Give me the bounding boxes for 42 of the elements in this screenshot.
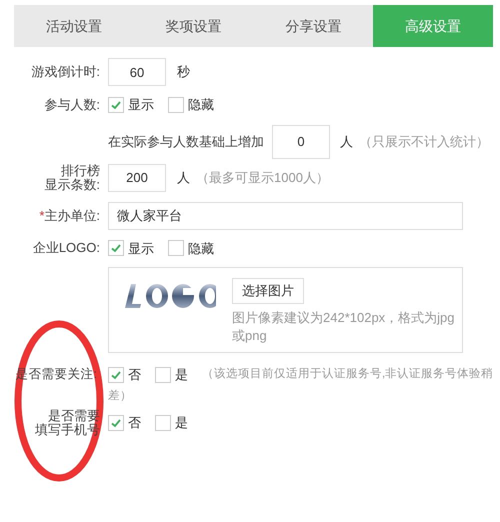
input-field[interactable]: 200 [108,164,166,192]
field-label: 企业LOGO: [32,240,100,256]
input-field[interactable]: 微人家平台 [108,202,463,230]
option-label: 否 [128,366,141,384]
checkbox[interactable] [168,240,184,256]
check-icon [110,416,122,429]
hint-text: （该选项目前仅适用于认证服务号,非认证服务号体验稍 [202,366,494,382]
checkbox[interactable] [108,240,124,256]
input-field[interactable]: 60 [108,58,166,86]
unit-label: 人 [177,168,190,187]
option-label: 隐藏 [188,96,214,114]
input-field[interactable]: 0 [272,124,330,158]
tab[interactable]: 分享设置 [254,5,374,47]
checkbox[interactable] [168,96,184,113]
field-label: 排行榜 显示条数: [43,164,100,192]
option-label: 否 [128,414,141,432]
hint-text: （只展示不计入统计） [359,132,489,151]
unit-label: 秒 [177,63,190,82]
option-label: 是 [175,414,188,432]
checkbox[interactable] [108,414,124,431]
choose-image-button[interactable]: 选择图片 [232,278,304,304]
check-icon [110,98,122,111]
option-label: 是 [175,366,188,384]
hint-text: 图片像素建议为242*102px，格式为jpg或png [232,309,456,345]
field-label: 参与人数: [44,96,100,112]
field-label: 在实际参与人数基础上增加 [108,132,264,151]
checkbox[interactable] [155,414,171,431]
tab[interactable]: 奖项设置 [134,5,254,47]
option-label: 显示 [128,96,154,114]
tab[interactable]: 活动设置 [14,5,134,47]
option-label: 隐藏 [188,240,214,258]
hint-text: 差） [108,388,132,404]
field-label: *主办单位: [39,208,100,222]
option-label: 显示 [128,240,154,258]
checkbox[interactable] [155,366,171,383]
checkbox[interactable] [108,366,124,383]
field-label: 游戏倒计时: [31,64,100,79]
unit-label: 人 [340,132,353,151]
check-icon [110,242,122,254]
check-icon [110,368,122,381]
checkbox[interactable] [108,96,124,113]
hint-text: （最多可显示1000人） [196,168,329,187]
